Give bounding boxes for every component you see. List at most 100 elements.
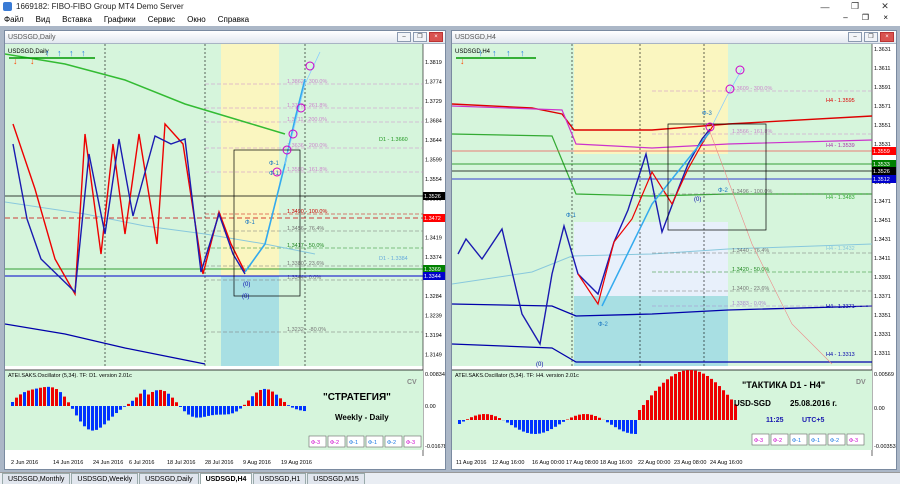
chart-window-controls: – ❐ × — [848, 32, 894, 42]
osc-bar — [578, 414, 581, 420]
osc-bar — [614, 420, 617, 428]
signal-arrow-icon: ↑ — [478, 48, 483, 58]
phase-button-label: Ф-1 — [368, 440, 377, 446]
price-tick-label: 1.3774 — [425, 80, 442, 86]
menu-tools[interactable]: Сервис — [148, 15, 175, 24]
osc-label: ATEI.SAKS.Oscillator (5,34). TF: D1. ver… — [8, 373, 132, 379]
tab-usdsgd-weekly[interactable]: USDSGD,Weekly — [71, 473, 139, 484]
menu-charts[interactable]: Графики — [104, 15, 136, 24]
osc-bar — [730, 399, 733, 420]
osc-bar — [31, 389, 34, 406]
osc-bar — [131, 400, 134, 406]
menu-help[interactable]: Справка — [218, 15, 249, 24]
date-label: 6 Jul 2016 — [129, 460, 154, 466]
mdi-controls[interactable]: – ❐ × — [843, 13, 894, 22]
osc-bar — [151, 391, 154, 406]
tab-usdsgd-h1[interactable]: USDSGD,H1 — [253, 473, 307, 484]
signal-arrow-icon: ↑ — [57, 48, 62, 58]
osc-bar — [87, 406, 90, 430]
osc-bar — [706, 375, 709, 420]
fib-level-label: 1.3417 - 50.0% — [287, 243, 324, 249]
window-close-icon[interactable]: × — [880, 32, 894, 42]
daily-chart-canvas[interactable]: 1.3819 1.3774 1.3729 1.3684 1.3644 1.3599 1.35… — [5, 44, 445, 469]
minimize-icon[interactable]: — — [810, 0, 840, 13]
osc-bar — [75, 406, 78, 416]
fib-level-label: 1.3490 - 100.0% — [287, 209, 327, 215]
osc-bar — [71, 406, 74, 409]
cv-label: CV — [407, 379, 417, 386]
menu-window[interactable]: Окно — [187, 15, 206, 24]
osc-bar — [586, 414, 589, 420]
phase-button-label: Ф-3 — [406, 440, 415, 446]
window-close-icon[interactable]: × — [429, 32, 443, 42]
osc-bar — [582, 414, 585, 420]
osc-bar — [39, 387, 42, 406]
window-minimize-icon[interactable]: – — [397, 32, 411, 42]
osc-bar — [11, 402, 14, 406]
window-restore-icon[interactable]: ❐ — [413, 32, 427, 42]
close-icon[interactable]: ✕ — [870, 0, 900, 13]
band-label: H4 - 1.3539 — [826, 143, 855, 149]
tab-usdsgd-h4[interactable]: USDSGD,H4 — [199, 473, 253, 484]
osc-bar — [79, 406, 82, 422]
osc-bar — [35, 388, 38, 406]
menu-file[interactable]: Файл — [4, 15, 24, 24]
signal-arrow-icon: ↑ — [492, 48, 497, 58]
chart-window-h4[interactable]: USDSGD,H4 – ❐ × 1.3631 1.3611 1.3591 1.3571… — [451, 30, 897, 470]
signal-arrow-icon: ↑ — [520, 48, 525, 58]
osc-scale: 0.00834 — [425, 372, 445, 378]
osc-bar — [119, 406, 122, 410]
osc-bar — [107, 406, 110, 421]
osc-bar — [159, 389, 162, 406]
osc-bar — [698, 371, 701, 420]
menu-insert[interactable]: Вставка — [62, 15, 92, 24]
chart-window-daily[interactable]: USDSGD,Daily – ❐ × 1.3819 1.3774 1.3729 1.3… — [4, 30, 446, 470]
phase-button-label: Ф-2 — [387, 440, 396, 446]
osc-bar — [55, 389, 58, 406]
osc-bar — [682, 370, 685, 420]
h4-chart-canvas[interactable]: 1.36311.36111.35911.35711.35511.35311.35… — [452, 44, 896, 469]
phase-button-label: Ф-2 — [773, 438, 782, 444]
date-label: 9 Aug 2016 — [243, 460, 271, 466]
date-label: 12 Aug 16:00 — [492, 460, 524, 466]
price-tick-label: 1.3194 — [425, 333, 442, 339]
signal-arrow-icon: ↑ — [506, 48, 511, 58]
tab-usdsgd-monthly[interactable]: USDSGD,Monthly — [2, 473, 71, 484]
date-label: 24 Jun 2016 — [93, 460, 123, 466]
fib-level-label: 1.3776 - 261.8% — [287, 103, 327, 109]
osc-bar — [203, 406, 206, 417]
osc-bar — [558, 420, 561, 425]
osc-bar — [51, 387, 54, 406]
tab-usdsgd-daily[interactable]: USDSGD,Daily — [139, 473, 199, 484]
fib-time-zone-cyan — [574, 296, 728, 366]
osc-bar — [542, 420, 545, 433]
phase-button-label: Ф-3 — [311, 440, 320, 446]
osc-bar — [223, 406, 226, 415]
price-box-label: 1.3472 — [424, 216, 441, 222]
date-label: 18 Jul 2016 — [167, 460, 195, 466]
menu-view[interactable]: Вид — [36, 15, 50, 24]
window-restore-icon[interactable]: ❐ — [864, 32, 878, 42]
osc-bar — [610, 420, 613, 425]
osc-bar — [710, 378, 713, 420]
date-label: 2 Jun 2016 — [11, 460, 38, 466]
tab-usdsgd-m15[interactable]: USDSGD,M15 — [307, 473, 365, 484]
price-tick-label: 1.3351 — [874, 313, 891, 319]
osc-bar — [115, 406, 118, 414]
osc-bar — [678, 372, 681, 420]
strategy-sub: Weekly - Daily — [335, 413, 389, 422]
osc-bar — [171, 397, 174, 406]
window-minimize-icon[interactable]: – — [848, 32, 862, 42]
osc-bar — [658, 386, 661, 420]
price-tick-label: 1.3149 — [425, 353, 442, 359]
osc-bar — [490, 414, 493, 420]
osc-bar — [530, 420, 533, 434]
price-tick-label: 1.3591 — [874, 85, 891, 91]
osc-bar — [470, 417, 473, 420]
osc-bar — [662, 382, 665, 420]
menu-bar: Файл Вид Вставка Графики Сервис Окно Спр… — [0, 13, 900, 26]
date-label: 17 Aug 08:00 — [566, 460, 598, 466]
maximize-icon[interactable]: ❐ — [840, 0, 870, 13]
osc-bar — [199, 406, 202, 418]
price-tick-label: 1.3411 — [874, 256, 890, 262]
